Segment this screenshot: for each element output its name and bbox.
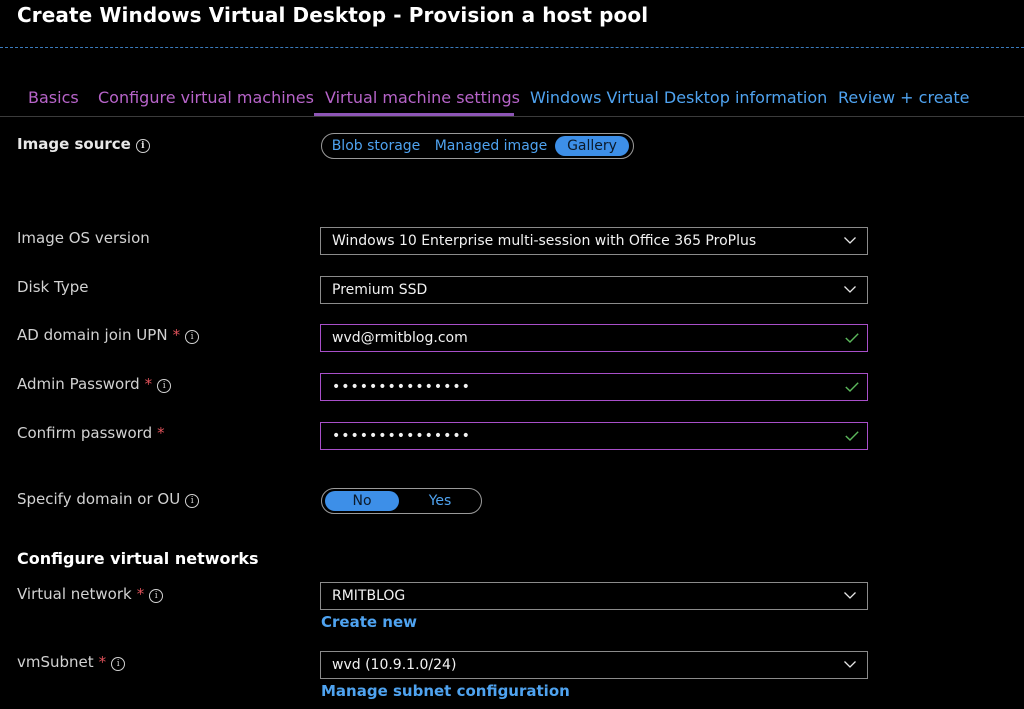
ad-domain-join-upn-label-text: AD domain join UPN (17, 326, 168, 344)
confirm-password-label-text: Confirm password (17, 424, 153, 442)
active-tab-indicator (314, 113, 514, 116)
tab-configure-virtual-machines[interactable]: Configure virtual machines (98, 88, 314, 107)
admin-password-label-text: Admin Password (17, 375, 140, 393)
image-source-option-gallery[interactable]: Gallery (555, 136, 629, 156)
header-divider (0, 47, 1024, 48)
admin-password-input[interactable]: ••••••••••••••• (320, 373, 868, 401)
info-icon[interactable]: i (149, 589, 164, 603)
tab-virtual-machine-settings[interactable]: Virtual machine settings (325, 88, 520, 107)
ad-domain-join-upn-label: AD domain join UPN * i (17, 326, 200, 344)
admin-password-label: Admin Password * i (17, 375, 172, 393)
ad-domain-join-upn-input[interactable]: wvd@rmitblog.com (320, 324, 868, 352)
vm-subnet-label: vmSubnet * i (17, 653, 126, 671)
required-marker: * (172, 326, 181, 344)
required-marker: * (136, 585, 145, 603)
chevron-down-icon (844, 592, 856, 599)
image-os-version-value: Windows 10 Enterprise multi-session with… (332, 233, 757, 249)
required-marker: * (144, 375, 153, 393)
create-new-link[interactable]: Create new (321, 613, 417, 631)
specify-domain-or-ou-label: Specify domain or OU i (17, 490, 200, 508)
tab-windows-virtual-desktop-information[interactable]: Windows Virtual Desktop information (530, 88, 827, 107)
image-os-version-label: Image OS version (17, 229, 150, 247)
info-icon[interactable]: i (157, 379, 172, 393)
info-icon[interactable]: i (185, 494, 200, 508)
checkmark-icon (845, 431, 859, 441)
image-source-label: Image source i (17, 135, 150, 153)
chevron-down-icon (844, 237, 856, 244)
wizard-tabs: Basics Configure virtual machines Virtua… (0, 86, 1024, 117)
manage-subnet-configuration-link[interactable]: Manage subnet configuration (321, 682, 570, 700)
confirm-password-value: ••••••••••••••• (332, 428, 471, 444)
virtual-network-label: Virtual network * i (17, 585, 164, 603)
checkmark-icon (845, 382, 859, 392)
chevron-down-icon (844, 661, 856, 668)
tab-basics[interactable]: Basics (28, 88, 79, 107)
required-marker: * (157, 424, 165, 442)
page-title: Create Windows Virtual Desktop - Provisi… (17, 3, 649, 27)
specify-domain-option-no[interactable]: No (325, 491, 399, 511)
image-source-option-managed-image[interactable]: Managed image (432, 136, 550, 156)
virtual-network-label-text: Virtual network (17, 585, 132, 603)
info-icon[interactable]: i (185, 330, 200, 344)
virtual-network-value: RMITBLOG (332, 588, 406, 604)
virtual-network-dropdown[interactable]: RMITBLOG (320, 582, 868, 610)
specify-domain-or-ou-toggle: No Yes (321, 488, 482, 514)
required-marker: * (98, 653, 107, 671)
ad-domain-join-upn-value: wvd@rmitblog.com (332, 330, 468, 346)
vm-subnet-value: wvd (10.9.1.0/24) (332, 657, 457, 673)
image-source-label-text: Image source (17, 135, 131, 153)
vm-subnet-dropdown[interactable]: wvd (10.9.1.0/24) (320, 651, 868, 679)
vm-subnet-label-text: vmSubnet (17, 653, 94, 671)
admin-password-value: ••••••••••••••• (332, 379, 471, 395)
info-icon[interactable]: i (111, 657, 126, 671)
disk-type-label: Disk Type (17, 278, 89, 296)
image-source-selector: Blob storage Managed image Gallery (321, 133, 634, 159)
specify-domain-or-ou-label-text: Specify domain or OU (17, 490, 181, 508)
tab-review-create[interactable]: Review + create (838, 88, 969, 107)
section-title-virtual-networks: Configure virtual networks (17, 549, 259, 568)
specify-domain-option-yes[interactable]: Yes (402, 491, 478, 511)
image-source-option-blob-storage[interactable]: Blob storage (326, 136, 426, 156)
image-os-version-dropdown[interactable]: Windows 10 Enterprise multi-session with… (320, 227, 868, 255)
disk-type-dropdown[interactable]: Premium SSD (320, 276, 868, 304)
confirm-password-label: Confirm password * (17, 424, 165, 442)
checkmark-icon (845, 333, 859, 343)
confirm-password-input[interactable]: ••••••••••••••• (320, 422, 868, 450)
disk-type-value: Premium SSD (332, 282, 428, 298)
chevron-down-icon (844, 286, 856, 293)
info-icon[interactable]: i (135, 139, 150, 153)
